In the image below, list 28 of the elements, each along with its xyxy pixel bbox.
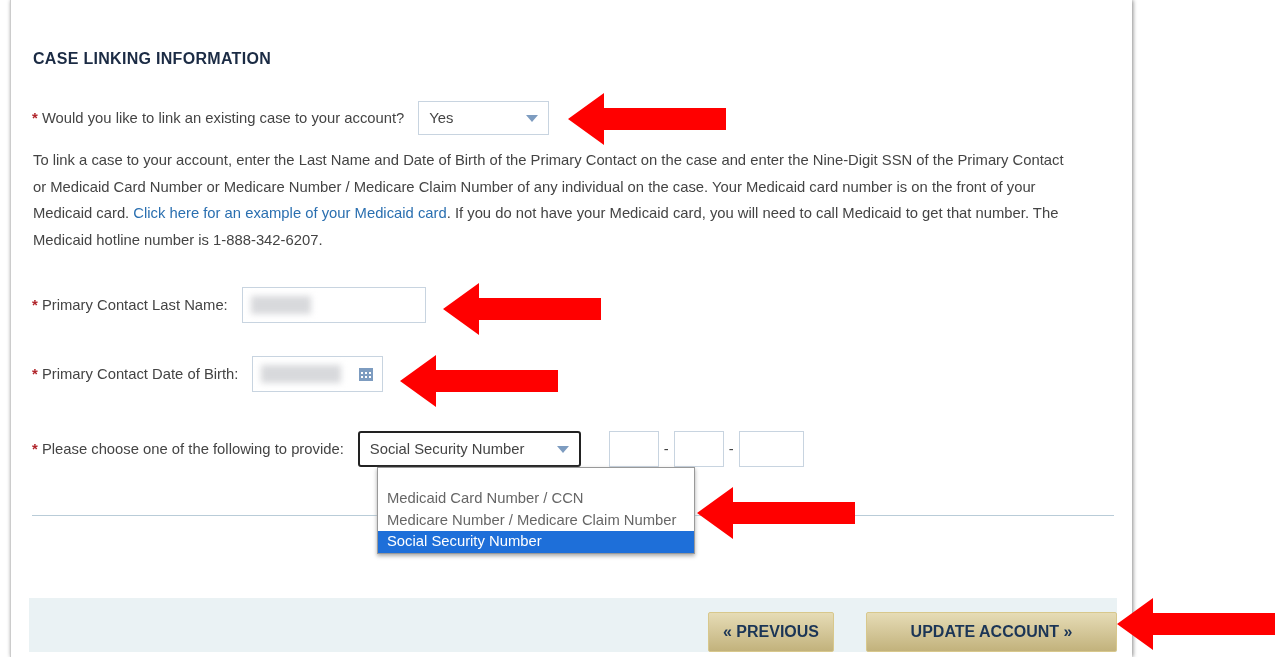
id-type-dropdown[interactable]: Social Security Number [357,431,581,467]
field-label: Would you like to link an existing case to your account? [41,110,405,126]
required-marker: * [32,297,38,313]
caret-icon [556,445,569,453]
field-label: Primary Contact Date of Birth: [41,366,239,382]
example-link[interactable]: Click here for an example of your Medicaid card [133,205,447,221]
caret-icon [526,114,539,122]
input-field[interactable] [738,431,804,467]
instructions-text: To link a case to your account, enter the Last Name and Date of Birth of the Primary Contact on the case and enter the Nine-Digit SSN of the Primary Contact or Medicaid Card Number or Medicare Number / Medicare Claim Number of any individual on the case. Your Medicaid card number is on the front of your Medicaid card. Click here for an example of your Medicaid card. If you do not have your Medicaid card, you will need to call Medicaid to get that number. The Medicaid hotline number is 1-888-342-6207. [33,151,1065,250]
field-label: Please choose one of the following to provide: [41,441,344,457]
dropdown-option[interactable]: Social Security Number [378,531,694,553]
separator-dash: - [663,441,669,457]
field-label: Primary Contact Last Name: [41,297,228,313]
input-field[interactable] [608,431,659,467]
date-field[interactable] [252,356,384,392]
input-field[interactable] [673,431,724,467]
previous-button[interactable]: « PREVIOUS [708,612,834,652]
required-marker: * [32,110,38,126]
yes-no-dropdown[interactable]: Yes [418,101,550,135]
dropdown-option[interactable]: Medicare Number / Medicare Claim Number [378,509,694,531]
section-title: CASE LINKING INFORMATION [33,50,272,68]
required-marker: * [32,366,38,382]
dropdown-option[interactable]: Medicaid Card Number / CCN [378,488,694,510]
required-marker: * [32,441,38,457]
input-field[interactable] [241,287,426,323]
update-account-button[interactable]: UPDATE ACCOUNT » [866,612,1117,652]
separator-dash: - [728,441,734,457]
calendar-icon[interactable] [358,366,375,382]
